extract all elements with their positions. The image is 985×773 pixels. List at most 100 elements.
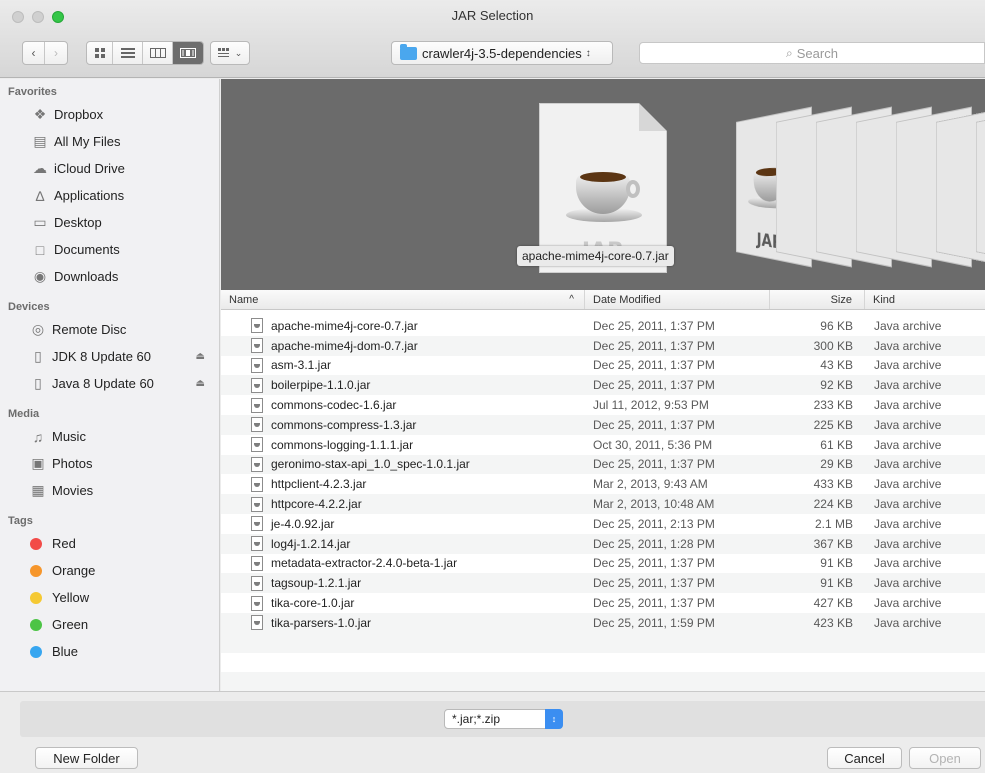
file-kind: Java archive <box>874 318 942 333</box>
file-date: Dec 25, 2011, 1:59 PM <box>593 615 715 630</box>
music-icon: ♫ <box>32 428 44 445</box>
sidebar-item-dropbox[interactable]: ❖ Dropbox <box>0 101 219 128</box>
file-kind: Java archive <box>874 437 942 452</box>
sidebar-item-java8[interactable]: ▯ Java 8 Update 60 ⏏ <box>0 370 219 397</box>
file-date: Dec 25, 2011, 1:28 PM <box>593 536 715 551</box>
coverflow-preview[interactable]: JAR JAR apache-mime4j-core-0.7.jar <box>221 79 985 290</box>
file-kind: Java archive <box>874 417 942 432</box>
file-name-cell: asm-3.1.jar <box>221 357 585 373</box>
file-name-cell: tagsoup-1.2.1.jar <box>221 575 585 591</box>
path-popup[interactable]: crawler4j-3.5-dependencies ↕ <box>391 41 613 65</box>
file-date: Dec 25, 2011, 1:37 PM <box>593 358 715 373</box>
eject-icon[interactable]: ⏏ <box>196 378 205 389</box>
sidebar-item-tag-red[interactable]: Red <box>0 530 219 557</box>
file-date: Dec 25, 2011, 1:37 PM <box>593 338 715 353</box>
sidebar-item-downloads[interactable]: ◉ Downloads <box>0 263 219 290</box>
file-row[interactable]: apache-mime4j-dom-0.7.jar Dec 25, 2011, 1… <box>221 335 985 356</box>
sidebar-item-icloud-drive[interactable]: ☁ iCloud Drive <box>0 155 219 182</box>
file-row[interactable]: je-4.0.92.jar Dec 25, 2011, 2:13 PM 2.1 MB… <box>221 513 985 534</box>
eject-icon[interactable]: ⏏ <box>196 351 205 362</box>
sidebar-item-label: Applications <box>54 188 125 203</box>
file-type-filter-popup[interactable]: *.jar;*.zip ↕ <box>444 709 563 729</box>
sidebar-item-tag-orange[interactable]: Orange <box>0 557 219 584</box>
empty-row <box>221 632 985 653</box>
column-view-button[interactable] <box>143 42 173 64</box>
file-row[interactable]: geronimo-stax-api_1.0_spec-1.0.1.jar Dec … <box>221 454 985 475</box>
file-name-cell: metadata-extractor-2.4.0-beta-1.jar <box>221 555 585 571</box>
jar-file-icon <box>251 595 263 611</box>
sidebar-item-label: Yellow <box>52 590 90 605</box>
column-header-date[interactable]: Date Modified <box>585 290 770 309</box>
file-row[interactable]: log4j-1.2.14.jar Dec 25, 2011, 1:28 PM 367… <box>221 533 985 554</box>
column-header-name[interactable]: Name ^ <box>221 290 585 309</box>
sidebar-item-label: Music <box>52 429 86 444</box>
file-size: 92 KB <box>820 378 853 393</box>
file-kind: Java archive <box>874 556 942 571</box>
file-date: Jul 11, 2012, 9:53 PM <box>593 398 709 413</box>
file-list: Name ^ Date Modified Size Kind apache-mi… <box>221 290 985 691</box>
sidebar: Favorites ❖ Dropbox ▤ All My Files ☁ iCl… <box>0 79 220 691</box>
file-row[interactable]: commons-logging-1.1.1.jar Oct 30, 2011, 5… <box>221 434 985 455</box>
sidebar-item-applications[interactable]: ∆ Applications <box>0 182 219 209</box>
sidebar-item-jdk8[interactable]: ▯ JDK 8 Update 60 ⏏ <box>0 343 219 370</box>
search-placeholder: Search <box>796 45 838 61</box>
file-row[interactable]: apache-mime4j-core-0.7.jar Dec 25, 2011, … <box>221 316 985 336</box>
sidebar-item-tag-green[interactable]: Green <box>0 611 219 638</box>
sidebar-item-tag-blue[interactable]: Blue <box>0 638 219 665</box>
file-size: 61 KB <box>820 437 853 452</box>
file-row[interactable]: tika-parsers-1.0.jar Dec 25, 2011, 1:59 P… <box>221 612 985 633</box>
cancel-button[interactable]: Cancel <box>827 747 902 769</box>
disc-icon: ◎ <box>31 321 45 337</box>
column-header-size[interactable]: Size <box>770 290 865 309</box>
forward-button[interactable]: › <box>45 42 67 64</box>
arrange-button[interactable]: ⌄ <box>210 41 250 65</box>
camera-icon: ▣ <box>31 455 45 471</box>
search-field[interactable]: ⌕ Search <box>639 42 985 64</box>
file-row[interactable]: commons-compress-1.3.jar Dec 25, 2011, 1:… <box>221 414 985 435</box>
sidebar-item-tag-yellow[interactable]: Yellow <box>0 584 219 611</box>
column-header-label: Kind <box>873 293 896 306</box>
file-date: Oct 30, 2011, 5:36 PM <box>593 437 713 452</box>
file-size: 224 KB <box>813 497 853 512</box>
file-name-cell: je-4.0.92.jar <box>221 516 585 532</box>
tag-dot-icon <box>30 645 42 658</box>
file-row[interactable]: asm-3.1.jar Dec 25, 2011, 1:37 PM 43 KB Jav… <box>221 355 985 376</box>
list-view-button[interactable] <box>113 42 143 64</box>
file-row[interactable]: tika-core-1.0.jar Dec 25, 2011, 1:37 PM 42… <box>221 593 985 613</box>
file-kind: Java archive <box>874 516 942 531</box>
coverflow-view-button[interactable] <box>173 42 203 64</box>
file-date: Mar 2, 2013, 10:48 AM <box>593 497 715 512</box>
file-row[interactable]: boilerpipe-1.1.0.jar Dec 25, 2011, 1:37 P… <box>221 375 985 396</box>
file-row[interactable]: commons-codec-1.6.jar Jul 11, 2012, 9:53 … <box>221 395 985 415</box>
icon-view-button[interactable] <box>87 42 113 64</box>
jar-file-icon <box>251 377 263 393</box>
jar-file-icon <box>251 476 263 492</box>
chevron-left-icon: ‹ <box>31 46 36 60</box>
sidebar-item-all-my-files[interactable]: ▤ All My Files <box>0 128 219 155</box>
sidebar-item-movies[interactable]: ▦ Movies <box>0 477 219 504</box>
back-button[interactable]: ‹ <box>23 42 45 64</box>
drive-icon: ▯ <box>34 375 42 391</box>
file-name: tika-parsers-1.0.jar <box>271 615 372 630</box>
file-kind: Java archive <box>874 338 942 353</box>
file-row[interactable]: metadata-extractor-2.4.0-beta-1.jar Dec 2… <box>221 553 985 574</box>
sidebar-item-desktop[interactable]: ▭ Desktop <box>0 209 219 236</box>
file-row[interactable]: httpcore-4.2.2.jar Mar 2, 2013, 10:48 AM 2… <box>221 494 985 514</box>
sidebar-item-remote-disc[interactable]: ◎ Remote Disc <box>0 316 219 343</box>
sidebar-item-photos[interactable]: ▣ Photos <box>0 450 219 477</box>
column-header-kind[interactable]: Kind <box>865 290 985 309</box>
search-icon: ⌕ <box>786 45 793 60</box>
column-view-icon <box>149 48 166 58</box>
file-name: boilerpipe-1.1.0.jar <box>271 378 371 393</box>
open-button[interactable]: Open <box>909 747 981 769</box>
file-row[interactable]: tagsoup-1.2.1.jar Dec 25, 2011, 1:37 PM 91… <box>221 573 985 594</box>
file-row[interactable]: httpclient-4.2.3.jar Mar 2, 2013, 9:43 AM… <box>221 474 985 495</box>
icon-view-icon <box>94 48 105 58</box>
jar-file-thumbnail[interactable] <box>976 106 985 268</box>
sidebar-item-music[interactable]: ♫ Music <box>0 423 219 450</box>
jar-file-icon <box>251 437 263 453</box>
new-folder-button[interactable]: New Folder <box>35 747 138 769</box>
empty-row <box>221 652 985 673</box>
sidebar-item-documents[interactable]: □ Documents <box>0 236 219 263</box>
file-size: 367 KB <box>813 536 853 551</box>
